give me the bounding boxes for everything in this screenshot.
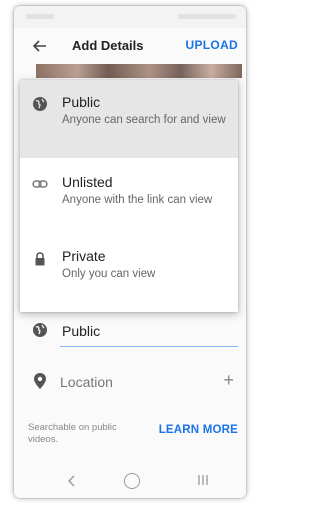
back-arrow-icon[interactable] — [30, 36, 50, 56]
menu-item-private[interactable]: Private Only you can view — [20, 234, 238, 312]
link-icon — [32, 180, 48, 188]
nav-back-icon[interactable] — [66, 474, 78, 488]
status-bar-time — [26, 14, 54, 19]
menu-item-title: Public — [62, 94, 101, 110]
system-nav-bar — [14, 464, 246, 498]
location-pin-icon — [34, 373, 46, 389]
lock-icon — [35, 252, 45, 266]
status-bar — [14, 6, 246, 28]
upload-button[interactable]: UPLOAD — [186, 38, 238, 52]
add-location-button[interactable]: + — [223, 370, 234, 391]
page-title: Add Details — [72, 38, 144, 53]
learn-more-link[interactable]: LEARN MORE — [159, 424, 238, 436]
field-underline — [60, 346, 238, 347]
location-label: Location — [60, 374, 113, 390]
globe-icon — [33, 323, 47, 337]
app-bar: Add Details UPLOAD — [14, 28, 246, 64]
visibility-dropdown-menu: Public Anyone can search for and view Un… — [20, 80, 238, 312]
video-thumbnail — [36, 64, 242, 78]
menu-item-description: Anyone with the link can view — [62, 194, 213, 206]
menu-item-title: Private — [62, 248, 106, 264]
globe-icon — [33, 97, 47, 111]
menu-item-description: Only you can view — [62, 268, 156, 280]
location-field[interactable]: Location + — [14, 368, 246, 398]
menu-item-description: Anyone can search for and view — [62, 114, 226, 126]
menu-item-title: Unlisted — [62, 174, 113, 190]
nav-home-icon[interactable] — [124, 473, 140, 489]
nav-recents-icon[interactable] — [196, 474, 210, 486]
visibility-field[interactable]: Public — [14, 316, 246, 348]
status-bar-indicators — [178, 14, 236, 19]
menu-item-unlisted[interactable]: Unlisted Anyone with the link can view — [20, 158, 238, 234]
info-row: Searchable on public videos. LEARN MORE — [14, 420, 246, 456]
menu-item-public[interactable]: Public Anyone can search for and view — [20, 80, 238, 158]
visibility-value: Public — [62, 323, 101, 339]
searchable-info-text: Searchable on public videos. — [28, 422, 117, 445]
